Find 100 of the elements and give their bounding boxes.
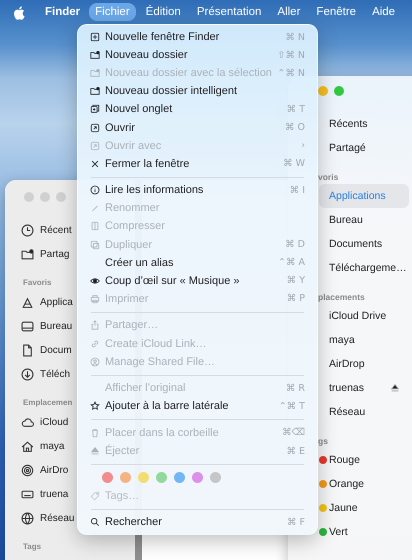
shortcut-label: ⌘ N xyxy=(285,32,305,43)
menu-bar-item[interactable]: Présentation xyxy=(190,3,268,21)
sidebar-item[interactable]: Partagé xyxy=(319,136,409,160)
download-icon xyxy=(21,368,34,380)
archive-icon xyxy=(90,221,100,232)
shortcut-label: ⌘ W xyxy=(283,158,305,170)
sidebar-item[interactable]: Rouge xyxy=(319,448,409,472)
shortcut-label: ⌘ F xyxy=(287,516,305,528)
sidebar-item[interactable]: maya xyxy=(319,328,409,352)
eject-icon[interactable] xyxy=(390,383,400,393)
section-header: Emplacemen xyxy=(23,397,72,409)
menu-item[interactable]: Ajouter à la barre latérale ⌃⌘ T xyxy=(90,397,305,416)
tag-color-dot[interactable] xyxy=(210,472,221,484)
tag-color-dot[interactable] xyxy=(102,472,113,484)
shortcut-label: ⌘ E xyxy=(286,446,305,457)
link-icon xyxy=(90,338,100,349)
menu-item[interactable]: Nouveau dossier ⇧⌘ N xyxy=(90,46,305,64)
close-icon xyxy=(90,158,100,169)
folder-icon xyxy=(90,68,100,78)
eye-icon xyxy=(90,276,100,286)
info-icon xyxy=(90,185,100,196)
tag-color-dot[interactable] xyxy=(174,472,185,484)
tag-color-dot[interactable] xyxy=(156,472,167,484)
sidebar-item[interactable]: Réseau xyxy=(319,400,409,424)
shortcut-label: ⌘ Y xyxy=(286,275,305,286)
menu-item[interactable]: Lire les informations ⌘ I xyxy=(90,181,305,200)
menu-bar-item[interactable]: Aller xyxy=(271,3,306,21)
menu-bar-item[interactable]: Édition xyxy=(140,3,187,21)
shortcut-label: ⌘⌫ xyxy=(282,427,305,438)
menu-item[interactable]: Fermer la fenêtre ⌘ W xyxy=(90,154,305,173)
sidebar-item[interactable]: Bureau xyxy=(21,314,72,338)
house-icon xyxy=(21,440,34,452)
shortcut-label: ⌘ I xyxy=(290,184,305,196)
tag-color-dot[interactable] xyxy=(138,472,149,484)
shortcut-label: › xyxy=(301,140,305,152)
sidebar-item[interactable]: Applica xyxy=(21,290,73,314)
trash-icon xyxy=(90,428,100,438)
shortcut-label: ⌘ P xyxy=(286,293,305,304)
sidebar-item[interactable]: iCloud Drive xyxy=(319,304,409,328)
menu-item[interactable]: Coup d’œil sur « Musique » ⌘ Y xyxy=(90,272,305,290)
sidebar-item[interactable]: AirDro xyxy=(21,458,68,482)
sidebar-item[interactable]: Récents xyxy=(319,112,409,136)
section-header: gs xyxy=(318,435,328,448)
apple-icon[interactable] xyxy=(13,4,26,20)
sidebar-item[interactable]: truena xyxy=(21,482,68,506)
tag-color-dot[interactable] xyxy=(192,472,203,484)
sidebar-item[interactable]: Réseau xyxy=(21,506,74,530)
sidebar-item[interactable]: Jaune xyxy=(319,496,409,520)
sidebar-item[interactable]: Bureau xyxy=(319,208,409,232)
menu-item[interactable]: Rechercher ⌘ F xyxy=(90,513,305,532)
section-header: voris xyxy=(318,171,338,184)
menu-item[interactable]: Nouvelle fenêtre Finder ⌘ N xyxy=(90,28,305,46)
shortcut-label: ⌘ O xyxy=(285,122,305,134)
section-header: placements xyxy=(318,291,365,304)
menu-bar-item[interactable]: Aide xyxy=(366,3,402,21)
menu-item[interactable]: Nouveau dossier intelligent xyxy=(90,82,305,100)
plus-square-icon xyxy=(90,32,100,42)
menu-item[interactable]: Ouvrir ⌘ O xyxy=(90,118,305,137)
sidebar-item[interactable]: truenas xyxy=(319,376,409,400)
tags-field[interactable]: Tags… xyxy=(105,490,225,502)
rings-icon xyxy=(21,464,34,476)
cloud-icon xyxy=(21,416,34,428)
sidebar-item[interactable]: iCloud xyxy=(21,410,68,434)
sidebar-item[interactable]: Docum xyxy=(21,338,72,362)
share-icon xyxy=(90,320,100,330)
sidebar-item[interactable]: Partag xyxy=(21,242,70,266)
shortcut-label: ⌃⌘ N xyxy=(277,68,305,79)
sidebar-item[interactable]: Téléch xyxy=(21,362,70,386)
shortcut-label: ⌘ R xyxy=(286,382,305,394)
clock-icon xyxy=(21,224,34,236)
sidebar-item[interactable]: Documents xyxy=(319,232,409,256)
shortcut-label: ⌃⌘ A xyxy=(278,257,305,268)
folder-icon xyxy=(90,50,100,60)
search-icon xyxy=(90,517,100,528)
tabs-icon xyxy=(90,104,100,114)
sidebar-item[interactable]: Vert xyxy=(319,520,409,544)
copy-icon xyxy=(90,240,100,250)
shortcut-label: ⌘ D xyxy=(285,239,305,250)
menu-item[interactable]: Nouvel onglet ⌘ T xyxy=(90,100,305,118)
tag-icon xyxy=(90,490,100,501)
drive-icon xyxy=(21,488,34,500)
sidebar-item[interactable]: maya xyxy=(21,434,64,458)
display-icon xyxy=(21,320,34,332)
sidebar-item[interactable]: Récent xyxy=(21,218,72,242)
person-circle-icon xyxy=(90,356,100,367)
menu-item[interactable]: Créer un alias ⌃⌘ A xyxy=(90,254,305,272)
shortcut-label: ⇧⌘ N xyxy=(277,50,305,61)
printer-icon xyxy=(90,294,100,304)
menu-bar-item[interactable]: Finder xyxy=(39,3,86,21)
folder-person-icon xyxy=(21,248,34,260)
sidebar-item[interactable]: Orange xyxy=(319,472,409,496)
folder-icon xyxy=(90,86,100,96)
section-header: Tags xyxy=(23,541,42,553)
eject-icon xyxy=(90,446,100,456)
menu-bar-item[interactable]: Fenêtre xyxy=(310,3,362,21)
sidebar-item[interactable]: AirDrop xyxy=(319,352,409,376)
sidebar-item[interactable]: Téléchargeme… xyxy=(319,256,409,280)
globe-icon xyxy=(21,512,34,524)
tag-color-dot[interactable] xyxy=(120,472,131,484)
shortcut-label: ⌘ T xyxy=(286,104,305,115)
